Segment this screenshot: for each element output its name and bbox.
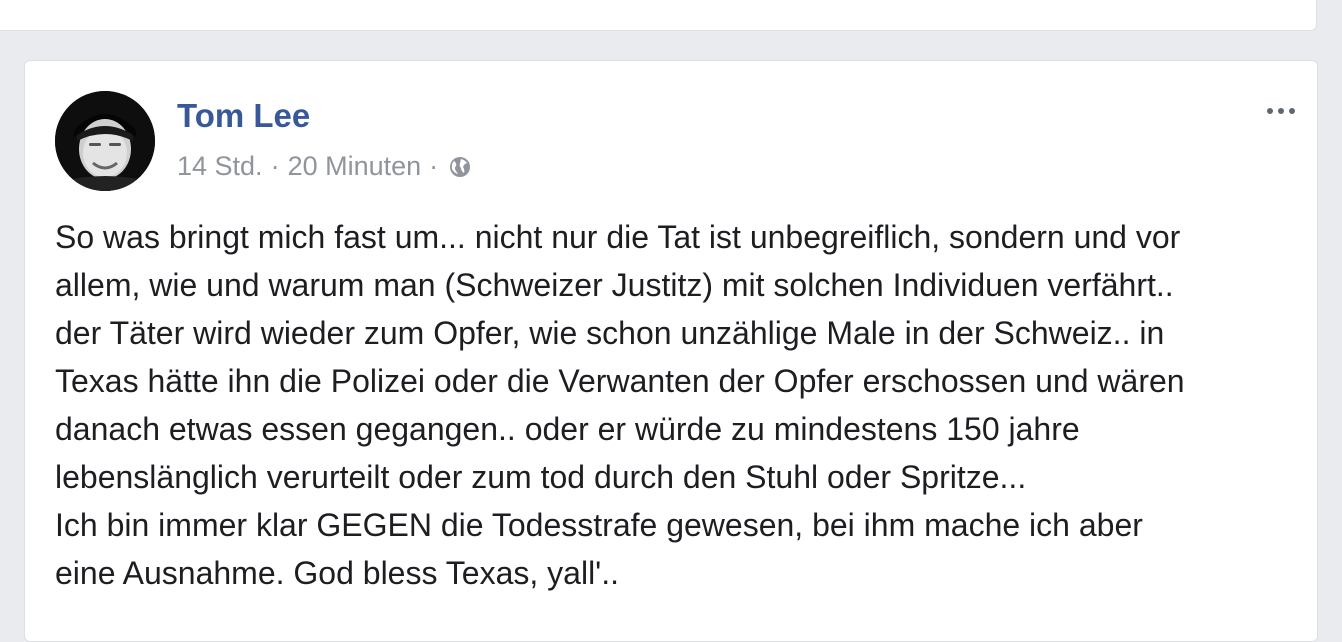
ellipsis-icon bbox=[1289, 108, 1295, 114]
post-card: Tom Lee 14 Std. · 20 Minuten · So was br… bbox=[24, 60, 1318, 642]
author-name-link[interactable]: Tom Lee bbox=[177, 97, 310, 135]
post-text-line: eine Ausnahme. God bless Texas, yall'.. bbox=[55, 555, 620, 591]
meta-separator: · bbox=[270, 151, 280, 181]
avatar[interactable] bbox=[55, 91, 155, 191]
post-text-line: Texas hätte ihn die Polizei oder die Ver… bbox=[55, 363, 1185, 399]
post-body-text: So was bringt mich fast um... nicht nur … bbox=[55, 213, 1305, 597]
ellipsis-icon bbox=[1278, 108, 1284, 114]
post-text-line: danach etwas essen gegangen.. oder er wü… bbox=[55, 411, 1080, 447]
post-text-line: So was bringt mich fast um... nicht nur … bbox=[55, 219, 1181, 255]
post-text-line: der Täter wird wieder zum Opfer, wie sch… bbox=[55, 315, 1165, 351]
post-text-line: allem, wie und warum man (Schweizer Just… bbox=[55, 267, 1174, 303]
ellipsis-icon bbox=[1267, 108, 1273, 114]
post-text-line: Ich bin immer klar GEGEN die Todesstrafe… bbox=[55, 507, 1143, 543]
meta-separator: · bbox=[429, 151, 439, 181]
avatar-photo bbox=[55, 91, 155, 191]
timestamp-minutes[interactable]: 20 Minuten bbox=[288, 151, 422, 182]
timestamp-hours[interactable]: 14 Std. bbox=[177, 151, 263, 182]
previous-post-card bbox=[0, 0, 1317, 31]
post-text-line: lebenslänglich verurteilt oder zum tod d… bbox=[55, 459, 1027, 495]
globe-icon[interactable] bbox=[448, 155, 472, 179]
post-meta: 14 Std. · 20 Minuten · bbox=[177, 151, 472, 182]
post-options-button[interactable] bbox=[1261, 99, 1301, 123]
